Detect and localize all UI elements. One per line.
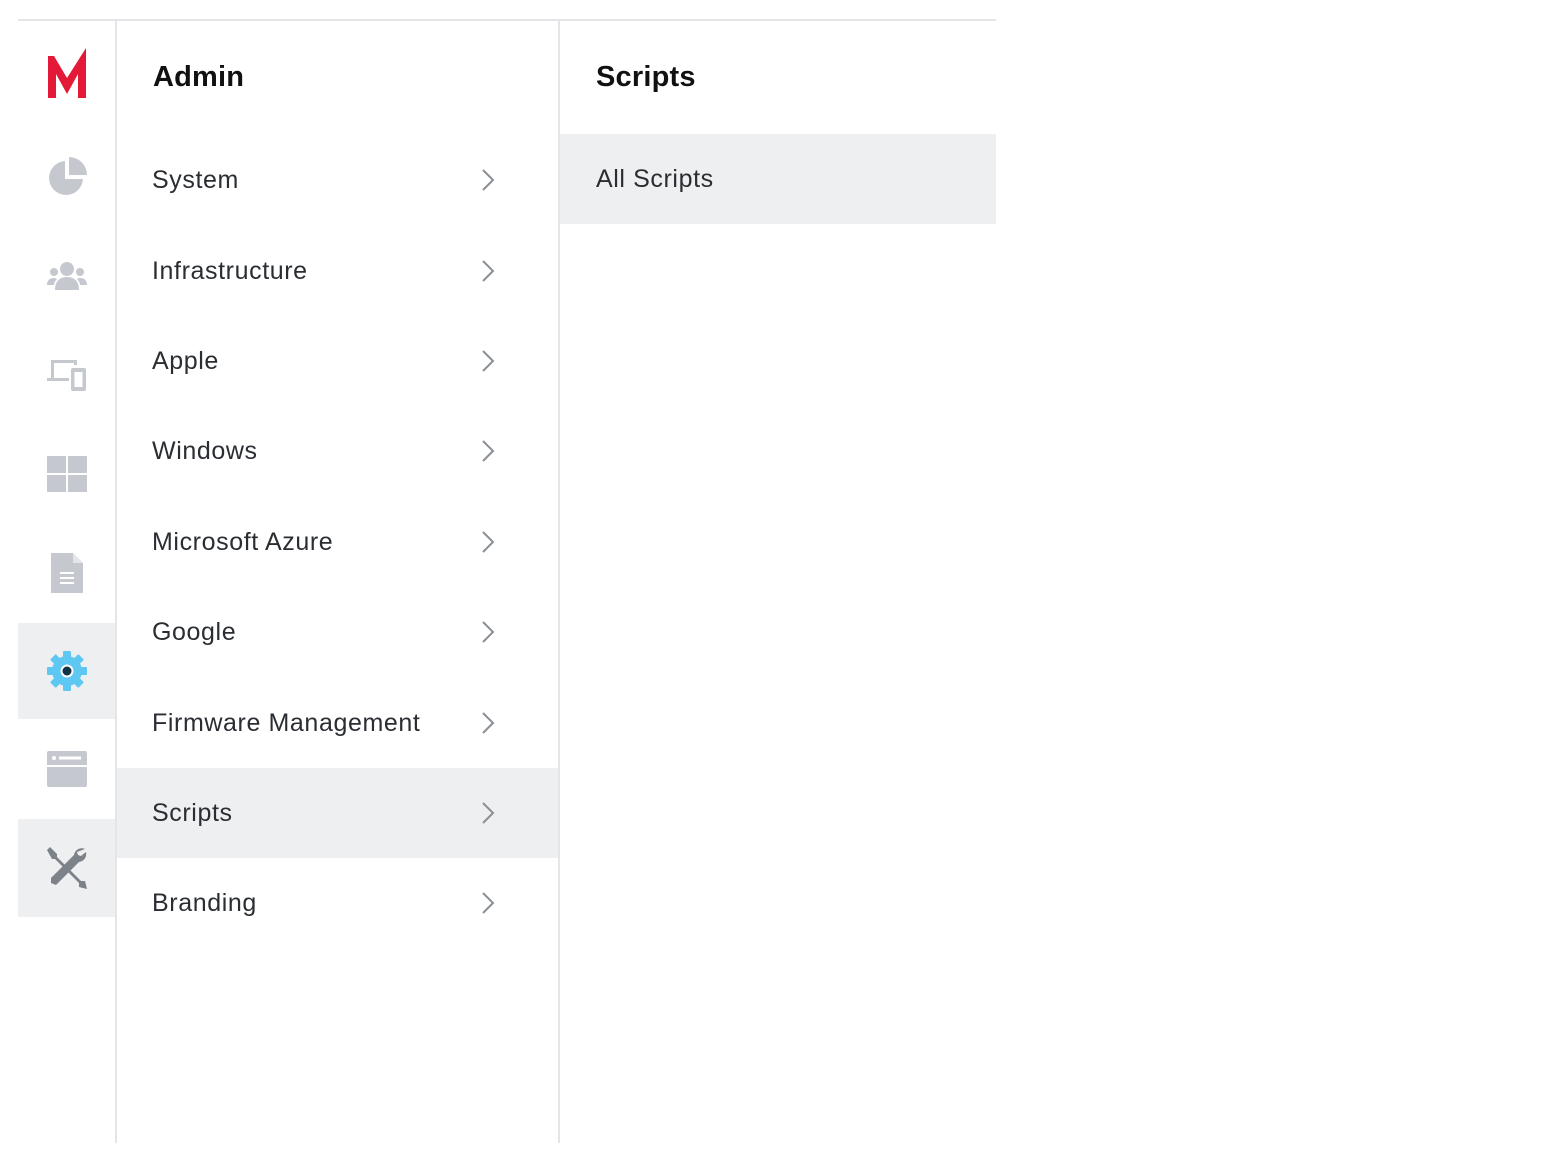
admin-item-infrastructure[interactable]: Infrastructure	[117, 226, 558, 316]
scripts-panel: Scripts All Scripts	[560, 21, 996, 1143]
admin-item-windows[interactable]: Windows	[117, 406, 558, 496]
rail-item-admin[interactable]	[18, 623, 115, 719]
menu-item-label: Windows	[152, 436, 258, 465]
menu-item-label: System	[152, 165, 239, 194]
brand-logo-icon	[47, 48, 86, 98]
brand-logo[interactable]	[18, 25, 115, 121]
apps-grid-icon	[46, 456, 87, 492]
chevron-right-icon	[482, 260, 495, 282]
chevron-right-icon	[482, 892, 495, 914]
chevron-right-icon	[482, 712, 495, 734]
chevron-right-icon	[482, 350, 495, 372]
menu-item-label: Apple	[152, 346, 219, 375]
admin-item-system[interactable]: System	[117, 135, 558, 225]
rail-item-browser[interactable]	[18, 721, 115, 817]
users-icon	[46, 262, 87, 290]
dashboard-pie-icon	[48, 157, 87, 195]
admin-panel: Admin System Infrastructure Apple Window…	[117, 21, 560, 1143]
scripts-item-all-scripts[interactable]: All Scripts	[560, 134, 996, 224]
menu-item-label: Google	[152, 617, 237, 646]
rail-item-policies[interactable]	[18, 525, 115, 621]
chevron-right-icon	[482, 440, 495, 462]
admin-item-firmware-management[interactable]: Firmware Management	[117, 678, 558, 768]
menu-item-label: Infrastructure	[152, 256, 308, 285]
admin-item-microsoft-azure[interactable]: Microsoft Azure	[117, 497, 558, 587]
rail-item-apps[interactable]	[18, 426, 115, 522]
tools-icon	[46, 847, 87, 889]
admin-item-branding[interactable]: Branding	[117, 858, 558, 948]
rail-item-users[interactable]	[18, 228, 115, 324]
menu-item-label: All Scripts	[596, 164, 714, 193]
admin-item-scripts[interactable]: Scripts	[117, 768, 558, 858]
menu-item-label: Branding	[152, 888, 257, 917]
admin-item-google[interactable]: Google	[117, 587, 558, 677]
rail-item-devices[interactable]	[18, 327, 115, 423]
chevron-right-icon	[482, 169, 495, 191]
scripts-title: Scripts	[596, 61, 696, 93]
menu-item-label: Firmware Management	[152, 708, 421, 737]
menu-item-label: Microsoft Azure	[152, 527, 334, 556]
rail-item-tools[interactable]	[18, 819, 115, 917]
admin-title: Admin	[153, 61, 245, 93]
rail-item-dashboard[interactable]	[18, 129, 115, 225]
admin-gear-icon	[46, 651, 87, 691]
icon-rail	[18, 21, 117, 1143]
chevron-right-icon	[482, 802, 495, 824]
policies-document-icon	[50, 553, 83, 593]
chevron-right-icon	[482, 531, 495, 553]
chevron-right-icon	[482, 621, 495, 643]
menu-item-label: Scripts	[152, 798, 233, 827]
admin-item-apple[interactable]: Apple	[117, 316, 558, 406]
browser-window-icon	[46, 751, 87, 787]
devices-icon	[46, 360, 86, 391]
